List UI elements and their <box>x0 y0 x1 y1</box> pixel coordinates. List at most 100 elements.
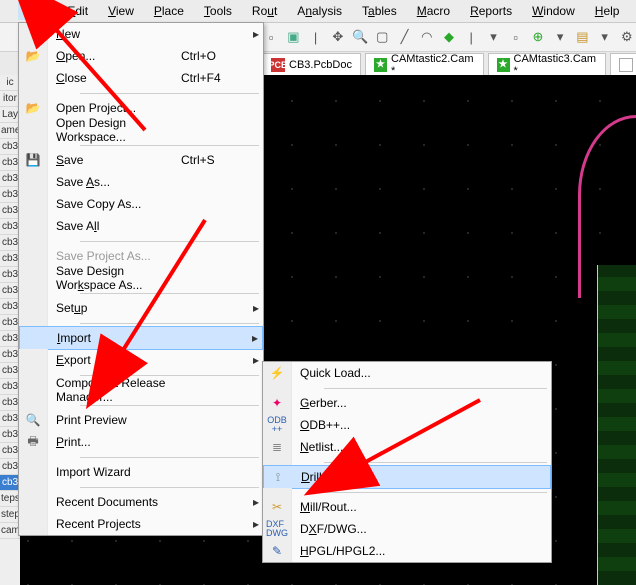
left-tab[interactable]: cb3 <box>0 219 20 235</box>
submenu-arrow-icon: ▸ <box>249 27 263 41</box>
log-icon <box>619 58 633 72</box>
menu-close[interactable]: Close Ctrl+F4 <box>19 67 263 89</box>
menu-place[interactable]: Place <box>144 2 194 20</box>
left-tab[interactable]: cb3 <box>0 459 20 475</box>
doc-tab-cam3[interactable]: ★ CAMtastic3.Cam * <box>488 53 607 76</box>
left-tab[interactable]: itor <box>0 91 20 107</box>
tool-icon-cursor[interactable]: ✥ <box>329 27 347 47</box>
menu-help[interactable]: Help <box>585 2 630 20</box>
submenu-arrow-icon: ▸ <box>249 495 263 509</box>
left-tab[interactable]: cb3 <box>0 139 20 155</box>
left-tab[interactable]: cb3 <box>0 171 20 187</box>
import-gerber[interactable]: ✦ Gerber... <box>263 392 551 414</box>
submenu-arrow-icon: ▸ <box>248 331 262 345</box>
menu-export[interactable]: Export ▸ <box>19 349 263 371</box>
left-tab[interactable]: cam <box>0 523 20 539</box>
cam-icon: ★ <box>374 58 387 72</box>
menu-crm[interactable]: Component Release Manager... <box>19 379 263 401</box>
menu-tables[interactable]: Tables <box>352 2 407 20</box>
left-tab[interactable]: cb3 <box>0 267 20 283</box>
menu-rout[interactable]: Rout <box>242 2 287 20</box>
menu-save-workspace-as[interactable]: Save Design Workspace As... <box>19 267 263 289</box>
menu-label: Save Copy As... <box>48 197 181 211</box>
menu-reports[interactable]: Reports <box>460 2 522 20</box>
import-dxf[interactable]: DXFDWG DXF/DWG... <box>263 518 551 540</box>
tool-icon-layers[interactable]: ▤ <box>573 27 591 47</box>
menu-label: Save Project As... <box>48 249 181 263</box>
left-tab[interactable]: cb3 <box>0 283 20 299</box>
left-tab[interactable]: Lay <box>0 107 20 123</box>
doc-tab-label: CB3.PcbDoc <box>289 59 352 71</box>
tool-icon-arc[interactable]: ◠ <box>418 27 436 47</box>
print-preview-icon: 🔍 <box>19 409 48 431</box>
submenu-arrow-icon: ▸ <box>249 353 263 367</box>
left-tab[interactable]: cb3 <box>0 315 20 331</box>
left-tab[interactable]: cb3 <box>0 347 20 363</box>
tool-icon-target[interactable]: ⊕ <box>529 27 547 47</box>
left-tab[interactable]: cb3 <box>0 363 20 379</box>
tool-icon-zoom[interactable]: 🔍 <box>351 27 369 47</box>
left-tab[interactable]: cb3 <box>0 235 20 251</box>
mill-icon: ✂ <box>263 496 292 518</box>
tool-icon-square2[interactable]: ▫ <box>507 27 525 47</box>
menu-label: Print Preview <box>48 413 181 427</box>
left-tab[interactable]: cb3 <box>0 443 20 459</box>
menu-print[interactable]: 🖶 Print... <box>19 431 263 453</box>
tool-icon-print[interactable]: ▣ <box>284 27 302 47</box>
quickload-icon: ⚡ <box>263 362 292 384</box>
tool-icon-generic1[interactable]: ▫ <box>262 27 280 47</box>
left-tab[interactable]: cb3 <box>0 411 20 427</box>
left-tab[interactable]: cb3 <box>0 427 20 443</box>
tool-icon-more2[interactable]: ▾ <box>551 27 569 47</box>
left-tab-selected[interactable]: cb3 <box>0 475 20 491</box>
pcb-icon: PCB <box>271 58 285 72</box>
menu-print-preview[interactable]: 🔍 Print Preview <box>19 409 263 431</box>
menu-setup[interactable]: Setup ▸ <box>19 297 263 319</box>
tool-icon-green[interactable]: ◆ <box>440 27 458 47</box>
left-tab[interactable]: cb3 <box>0 155 20 171</box>
menu-analysis[interactable]: Analysis <box>287 2 352 20</box>
menu-file[interactable]: File <box>18 2 57 20</box>
menu-window[interactable]: Window <box>522 2 585 20</box>
left-tab[interactable]: ame <box>0 123 20 139</box>
menu-macro[interactable]: Macro <box>407 2 460 20</box>
left-tab[interactable]: ic <box>0 75 20 91</box>
menu-view[interactable]: View <box>98 2 144 20</box>
import-netlist[interactable]: ≣ Netlist... <box>263 436 551 458</box>
menu-new[interactable]: New ▸ <box>19 23 263 45</box>
tool-icon-line[interactable]: ╱ <box>395 27 413 47</box>
import-hpgl[interactable]: ✎ HPGL/HPGL2... <box>263 540 551 562</box>
left-tab[interactable]: cb3 <box>0 331 20 347</box>
import-quickload[interactable]: ⚡ Quick Load... <box>263 362 551 384</box>
doc-tab-cam2[interactable]: ★ CAMtastic2.Cam * <box>365 53 484 76</box>
doc-tab-pcb[interactable]: PCB CB3.PcbDoc <box>262 53 361 76</box>
menu-open-workspace[interactable]: Open Design Workspace... <box>19 119 263 141</box>
menu-edit[interactable]: Edit <box>57 2 98 20</box>
import-drill[interactable]: ⟟ Drill... <box>263 465 551 489</box>
left-tab[interactable]: cb3 <box>0 203 20 219</box>
menu-open[interactable]: 📂 Open... Ctrl+O <box>19 45 263 67</box>
left-tab[interactable]: cb3 <box>0 395 20 411</box>
left-tab[interactable]: cb3 <box>0 251 20 267</box>
left-tab[interactable]: teps <box>0 491 20 507</box>
menu-recent-docs[interactable]: Recent Documents ▸ <box>19 491 263 513</box>
menu-recent-projects[interactable]: Recent Projects ▸ <box>19 513 263 535</box>
tool-icon-rect[interactable]: ▢ <box>373 27 391 47</box>
menu-save[interactable]: 💾 Save Ctrl+S <box>19 149 263 171</box>
import-millrout[interactable]: ✂ Mill/Rout... <box>263 496 551 518</box>
menu-import[interactable]: Import ▸ <box>19 326 263 350</box>
import-odb[interactable]: ODB++ ODB++... <box>263 414 551 436</box>
tool-icon-more1[interactable]: ▾ <box>484 27 502 47</box>
left-tab[interactable]: cb3 <box>0 187 20 203</box>
doc-tab-log[interactable]: Log_201 <box>610 53 636 76</box>
menu-save-all[interactable]: Save All <box>19 215 263 237</box>
tool-icon-gear[interactable]: ⚙ <box>618 27 636 47</box>
left-tab[interactable]: cb3 <box>0 379 20 395</box>
left-tab[interactable]: cb3 <box>0 299 20 315</box>
left-tab[interactable]: step <box>0 507 20 523</box>
menu-save-copy[interactable]: Save Copy As... <box>19 193 263 215</box>
menu-import-wizard[interactable]: Import Wizard <box>19 461 263 483</box>
menu-tools[interactable]: Tools <box>194 2 242 20</box>
menu-save-as[interactable]: Save As... <box>19 171 263 193</box>
tool-icon-more3[interactable]: ▾ <box>596 27 614 47</box>
